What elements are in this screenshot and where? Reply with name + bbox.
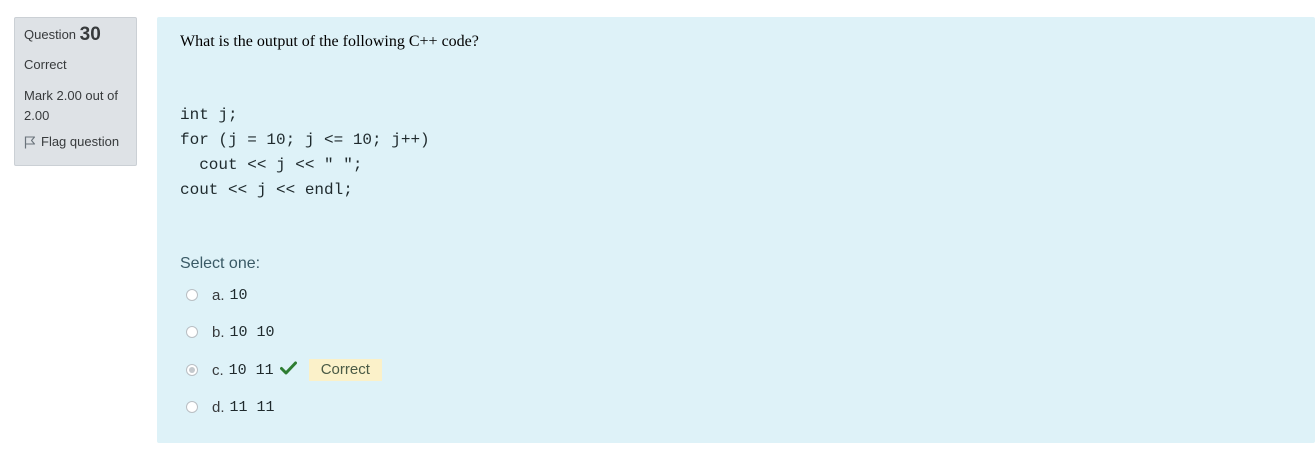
answer-option-c[interactable]: c. 10 11 Correct: [186, 358, 382, 382]
answer-text: 10 11: [228, 361, 274, 379]
answer-option-b[interactable]: b. 10 10: [186, 320, 275, 344]
code-line: cout << j << " ";: [180, 156, 363, 174]
flag-question-label: Flag question: [41, 134, 120, 149]
radio-button[interactable]: [186, 401, 198, 413]
answer-letter: c.: [212, 361, 224, 379]
question-heading: Question 30: [24, 24, 132, 45]
question-text: What is the output of the following C++ …: [180, 33, 479, 50]
radio-button-selected[interactable]: [186, 364, 198, 376]
answer-text: 11 11: [229, 398, 275, 416]
answer-text: 10 10: [229, 323, 275, 341]
answer-option-a[interactable]: a. 10: [186, 283, 248, 307]
question-grade: Mark 2.00 out of 2.00: [24, 88, 118, 123]
question-state: Correct: [24, 57, 67, 72]
question-info-panel: Question 30 Correct Mark 2.00 out of 2.0…: [14, 17, 137, 166]
answer-text: 10: [229, 286, 248, 304]
flag-question-link[interactable]: Flag question: [24, 134, 132, 150]
question-label: Question: [24, 27, 77, 42]
code-line: int j;: [180, 106, 238, 124]
radio-button[interactable]: [186, 326, 198, 338]
checkmark-icon: [279, 361, 297, 380]
code-block: int j; for (j = 10; j <= 10; j++) cout <<…: [180, 103, 430, 203]
answer-letter: d.: [212, 398, 225, 416]
select-one-prompt: Select one:: [180, 255, 261, 272]
answer-letter: a.: [212, 286, 225, 304]
code-line: for (j = 10; j <= 10; j++): [180, 131, 430, 149]
question-content: What is the output of the following C++ …: [157, 17, 1315, 443]
radio-button[interactable]: [186, 289, 198, 301]
code-line: cout << j << endl;: [180, 181, 353, 199]
flag-icon: [24, 135, 36, 149]
answer-option-d[interactable]: d. 11 11: [186, 395, 275, 419]
answer-letter: b.: [212, 323, 225, 341]
question-number: 30: [79, 24, 101, 45]
correct-feedback-badge: Correct: [308, 359, 382, 381]
